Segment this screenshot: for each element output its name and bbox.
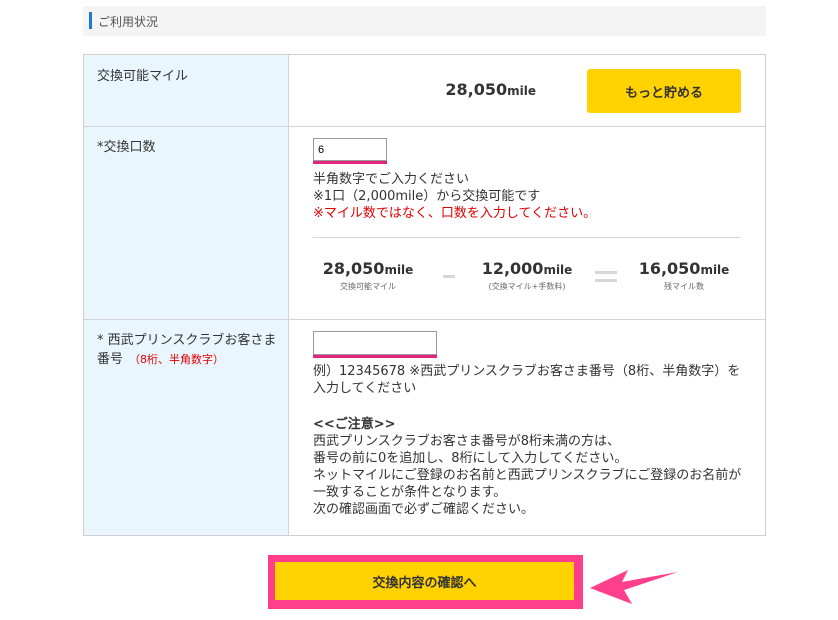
member-number-label-line2: 番号	[97, 352, 124, 367]
calc-exchange-value: 12,000mile	[472, 259, 582, 278]
minus-sign	[443, 275, 455, 278]
section-title: ご利用状況	[98, 15, 159, 29]
notice-title: <<ご注意>>	[313, 417, 396, 432]
member-number-label-line1: * 西武プリンスクラブお客さま	[97, 333, 277, 348]
units-help-2: ※1口（2,000mile）から交換可能です	[313, 189, 541, 204]
equals-sign-top	[595, 271, 617, 274]
confirm-button-highlight: 交換内容の確認へ	[268, 555, 583, 609]
available-miles-value: 28,050mile	[445, 80, 536, 99]
row-divider	[84, 319, 765, 320]
calc-remaining-value: 16,050mile	[632, 259, 736, 278]
calc-available-caption: 交換可能マイル	[340, 282, 396, 291]
calc-exchange-caption: (交換マイル+手数料)	[488, 282, 566, 291]
units-input-highlight	[313, 161, 387, 164]
member-number-input[interactable]	[313, 331, 437, 355]
notice-line: 西武プリンスクラブお客さま番号が8桁未満の方は、	[313, 434, 621, 449]
member-number-format-note: （8桁、半角数字）	[129, 353, 225, 366]
member-input-highlight	[313, 355, 437, 358]
calc-remaining-caption: 残マイル数	[664, 282, 704, 291]
available-miles-unit: mile	[507, 84, 536, 98]
available-miles-label: 交換可能マイル	[97, 69, 189, 84]
exchange-units-label: *交換口数	[97, 140, 156, 155]
label-column	[84, 55, 288, 535]
notice-line: 次の確認画面で必ずご確認ください。	[313, 502, 535, 517]
row-divider	[84, 126, 765, 127]
section-header: ご利用状況	[83, 6, 766, 36]
pointer-arrow-icon	[590, 570, 678, 604]
earn-more-button[interactable]: もっと貯める	[587, 69, 741, 113]
notice-line: 一致することが条件となります。	[313, 485, 507, 500]
calc-available-unit: mile	[384, 263, 414, 277]
calc-available-value: 28,050mile	[318, 259, 418, 278]
section-header-bar	[89, 12, 92, 29]
exchange-form-table: 交換可能マイル 28,050mile もっと貯める *交換口数 半角数字でご入力…	[83, 54, 766, 536]
member-number-label: * 西武プリンスクラブお客さま 番号 （8桁、半角数字）	[97, 331, 276, 369]
equals-sign-bottom	[595, 279, 617, 282]
units-warning: ※マイル数ではなく、口数を入力してください。	[313, 206, 597, 221]
member-notice: <<ご注意>> 西武プリンスクラブお客さま番号が8桁未満の方は、 番号の前に0を…	[313, 416, 741, 518]
available-miles-number: 28,050	[445, 80, 508, 99]
exchange-units-input[interactable]	[313, 138, 387, 161]
calc-exchange-number: 12,000	[481, 259, 544, 278]
calc-exchange-unit: mile	[543, 263, 573, 277]
calc-remaining-unit: mile	[700, 263, 730, 277]
calc-divider	[313, 237, 741, 238]
member-example-line1: 例）12345678 ※西武プリンスクラブお客さま番号（8桁、半角数字）を	[313, 364, 741, 379]
units-help-1: 半角数字でご入力ください	[313, 172, 470, 187]
confirm-exchange-button[interactable]: 交換内容の確認へ	[275, 562, 574, 600]
column-divider	[288, 55, 289, 535]
member-example-line2: 入力してください	[313, 381, 417, 396]
calc-remaining-number: 16,050	[638, 259, 701, 278]
calc-available-number: 28,050	[322, 259, 385, 278]
notice-line: 番号の前に0を追加し、8桁にして入力してください。	[313, 451, 628, 466]
notice-line: ネットマイルにご登録のお名前と西武プリンスクラブにご登録のお名前が	[313, 468, 742, 483]
